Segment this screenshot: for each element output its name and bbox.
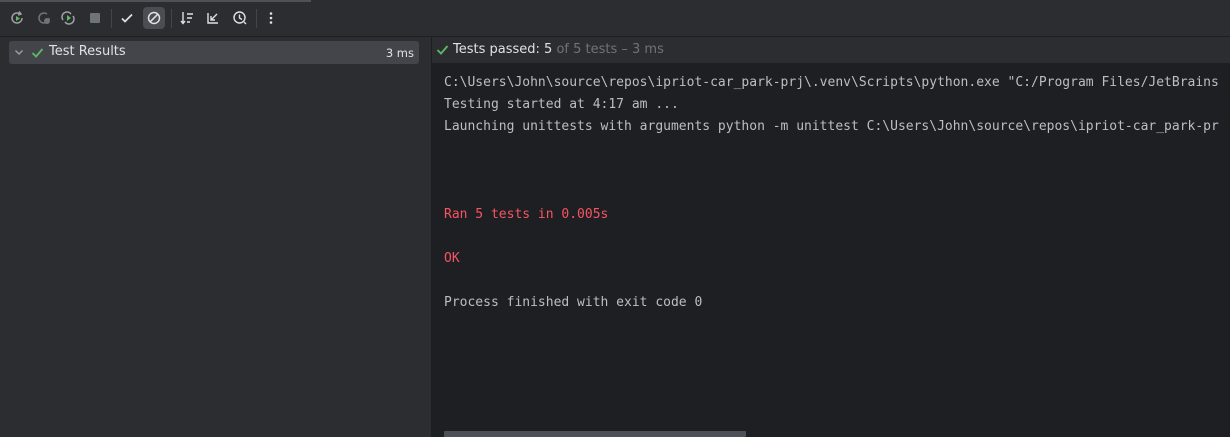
console-line: Testing started at 4:17 am ... [444, 97, 679, 112]
console-line: Process finished with exit code 0 [444, 295, 703, 310]
more-options-icon[interactable] [260, 7, 282, 29]
horizontal-scrollbar[interactable] [444, 431, 746, 437]
test-toolbar [0, 0, 1230, 37]
test-tree-panel: Test Results 3 ms [0, 37, 431, 437]
tree-item-label: Test Results [49, 44, 126, 59]
collapse-all-icon[interactable] [202, 7, 224, 29]
toggle-auto-test-icon[interactable] [57, 7, 79, 29]
console-line: Launching unittests with arguments pytho… [444, 119, 1219, 134]
console-output[interactable]: C:\Users\John\source\repos\ipriot-car_pa… [444, 72, 1230, 432]
tree-item-test-results[interactable]: Test Results 3 ms [9, 41, 419, 64]
passed-check-icon [31, 48, 44, 58]
toolbar-separator [111, 9, 112, 28]
console-line: OK [444, 251, 460, 266]
tree-item-duration: 3 ms [385, 46, 414, 60]
test-runner-window: Test Results 3 ms Tests passed: 5 of 5 t… [0, 0, 1230, 437]
chevron-down-icon[interactable] [13, 46, 25, 58]
show-passed-icon[interactable] [116, 7, 138, 29]
toolbar-separator [171, 9, 172, 28]
sort-by-duration-icon[interactable] [229, 7, 251, 29]
stop-icon[interactable] [84, 7, 106, 29]
console-panel: Tests passed: 5 of 5 tests – 3 ms C:\Use… [432, 37, 1230, 437]
rerun-failed-icon[interactable] [33, 7, 55, 29]
test-status-text: Tests passed: 5 of 5 tests – 3 ms [453, 42, 664, 57]
tab-indicator [0, 0, 311, 2]
show-ignored-icon[interactable] [143, 7, 165, 29]
toolbar-separator [256, 9, 257, 28]
test-status-bar: Tests passed: 5 of 5 tests – 3 ms [432, 37, 1230, 63]
passed-check-icon [436, 45, 449, 55]
status-total: of 5 tests – 3 ms [552, 42, 664, 57]
status-prefix: Tests passed: [453, 42, 545, 57]
rerun-icon[interactable] [6, 7, 28, 29]
console-line: C:\Users\John\source\repos\ipriot-car_pa… [444, 75, 1219, 90]
console-line: Ran 5 tests in 0.005s [444, 207, 609, 222]
sort-alphabetically-icon[interactable] [176, 7, 198, 29]
